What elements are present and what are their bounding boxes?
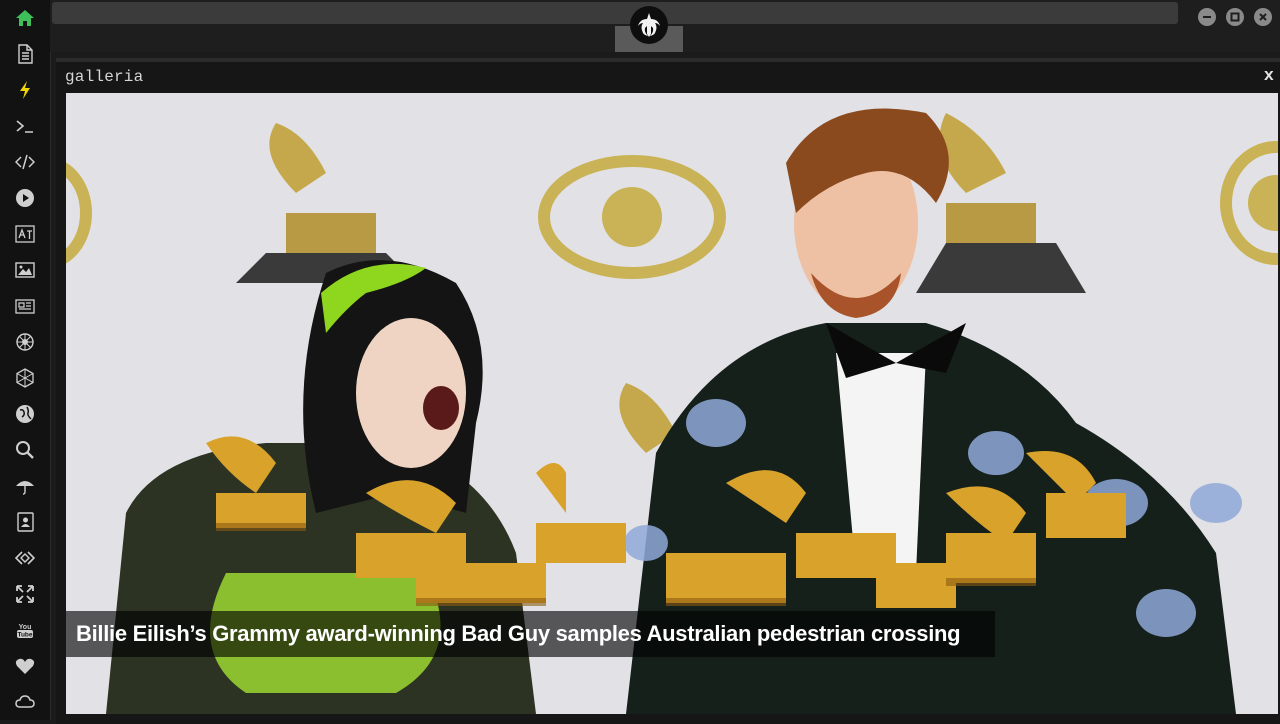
youtube-icon[interactable]: You Tube	[13, 618, 37, 642]
expand-icon[interactable]	[13, 582, 37, 606]
svg-text:You: You	[19, 624, 32, 631]
panel-title: galleria	[65, 68, 144, 86]
address-bar[interactable]	[52, 2, 1178, 24]
top-bar	[50, 0, 1280, 52]
photo-caption-box: Billie Eilish’s Grammy award-winning Bad…	[66, 611, 995, 657]
svg-text:Tube: Tube	[17, 632, 32, 639]
embed-icon[interactable]	[13, 546, 37, 570]
rebel-alliance-logo-icon[interactable]	[630, 6, 668, 44]
cloud-icon[interactable]	[13, 690, 37, 714]
heart-icon[interactable]	[13, 654, 37, 678]
terminal-icon[interactable]	[13, 114, 37, 138]
minimize-icon[interactable]	[1198, 8, 1216, 26]
contact-card-icon[interactable]	[13, 510, 37, 534]
search-icon[interactable]	[13, 438, 37, 462]
lightning-icon[interactable]	[13, 78, 37, 102]
globe-icon[interactable]	[13, 402, 37, 426]
document-icon[interactable]	[13, 42, 37, 66]
galactic-empire-icon[interactable]	[13, 366, 37, 390]
code-icon[interactable]	[13, 150, 37, 174]
photo-caption: Billie Eilish’s Grammy award-winning Bad…	[76, 621, 961, 646]
play-icon[interactable]	[13, 186, 37, 210]
panel-close-button[interactable]: x	[1264, 67, 1274, 86]
translate-icon[interactable]	[13, 222, 37, 246]
maximize-icon[interactable]	[1226, 8, 1244, 26]
umbrella-icon[interactable]	[13, 474, 37, 498]
image-icon[interactable]	[13, 258, 37, 282]
home-icon[interactable]	[13, 6, 37, 30]
newspaper-icon[interactable]	[13, 294, 37, 318]
sidebar: You Tube	[0, 0, 51, 720]
rebel-alliance-icon[interactable]	[13, 330, 37, 354]
close-icon[interactable]	[1254, 8, 1272, 26]
